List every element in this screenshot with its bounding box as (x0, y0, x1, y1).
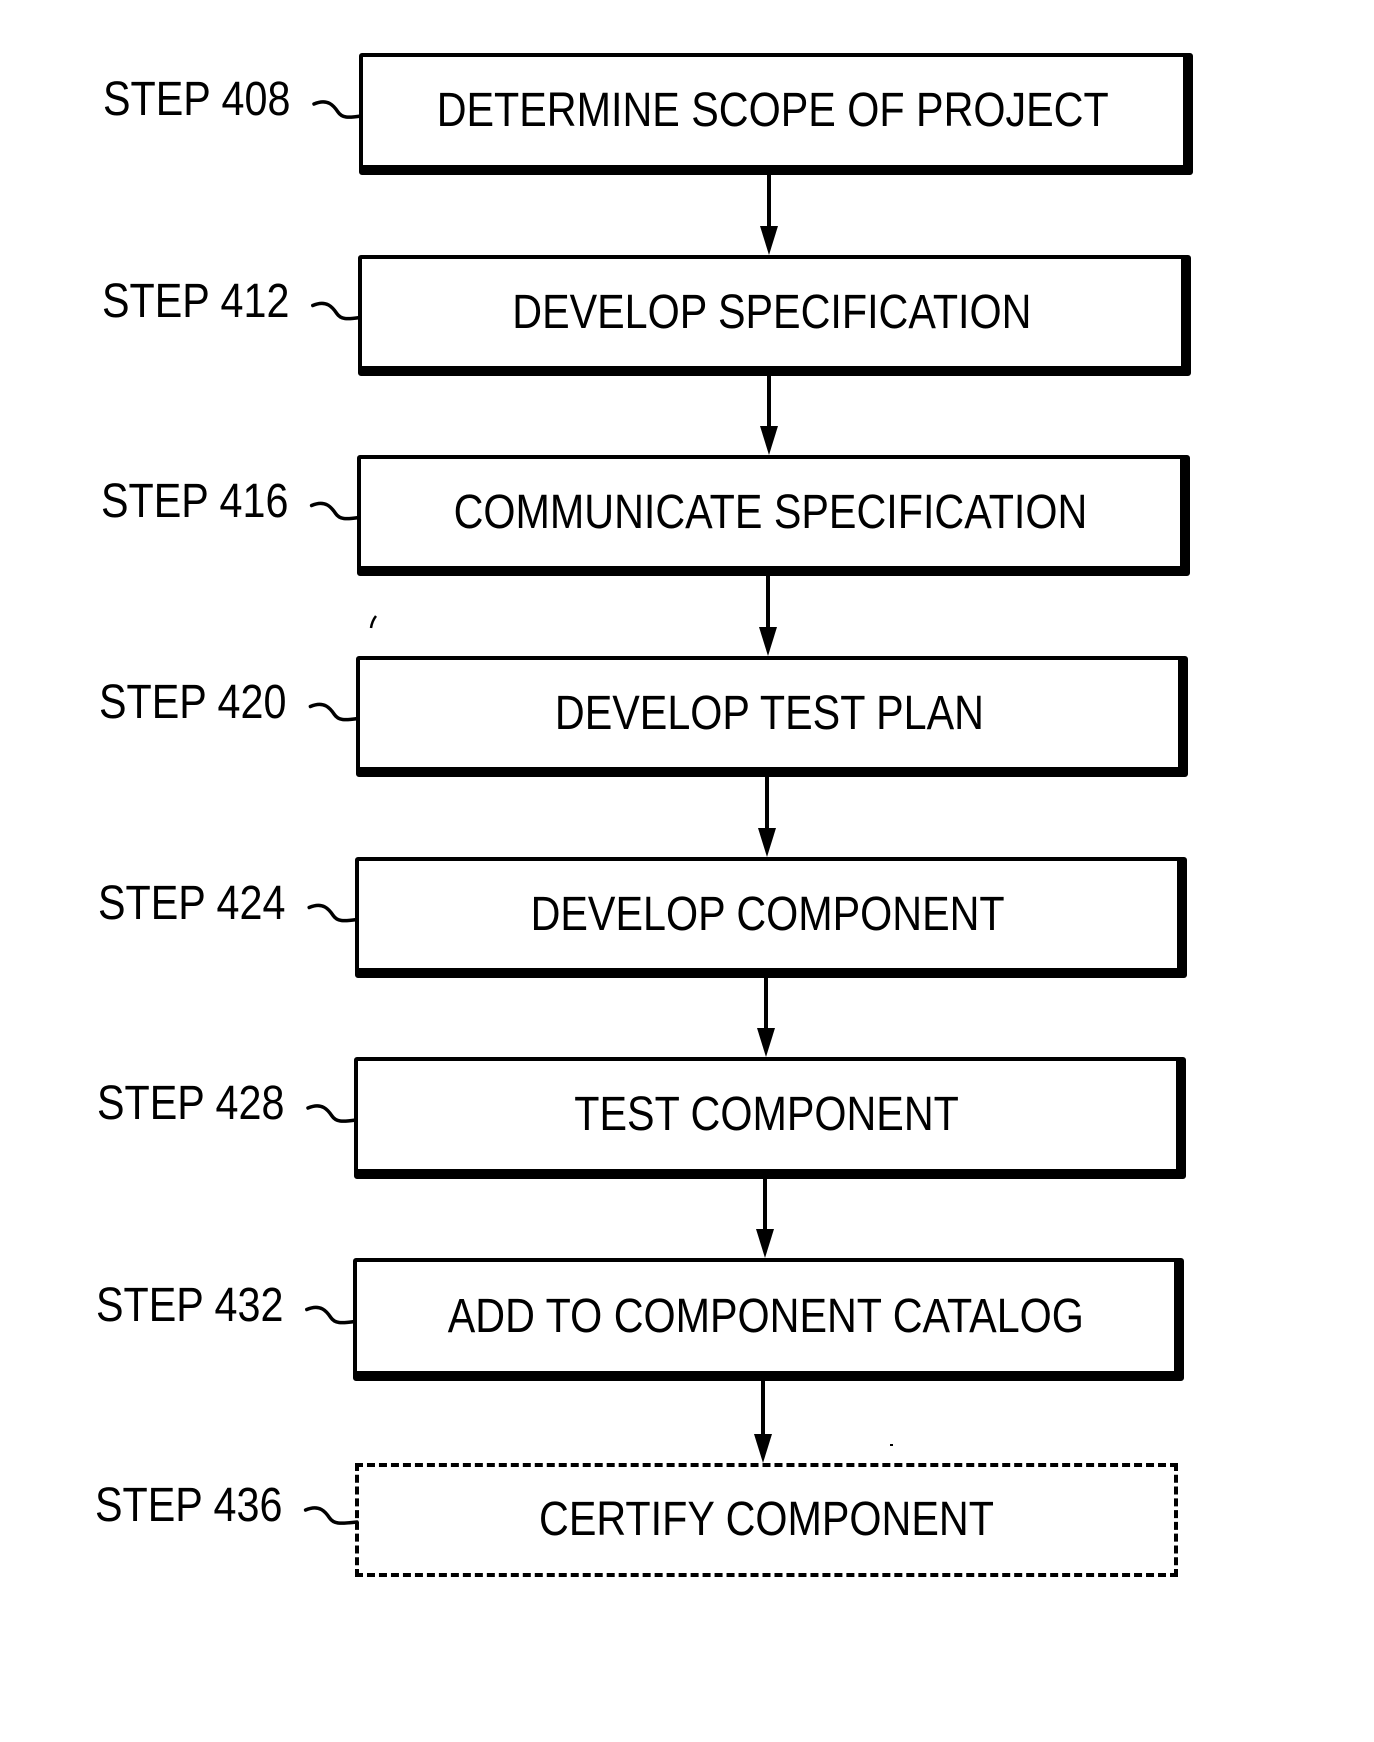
leader-line (309, 501, 361, 521)
step-label: STEP 432 (95, 1278, 284, 1332)
leader-line (311, 301, 362, 321)
step-label: STEP 424 (98, 876, 286, 930)
arrow-head-icon (756, 1229, 774, 1258)
step-label: STEP 436 (94, 1479, 283, 1532)
flow-arrow (756, 1179, 774, 1258)
step-box-text: COMMUNICATE SPECIFICATION (453, 485, 1088, 539)
step-box-text: ADD TO COMPONENT CATALOG (447, 1289, 1084, 1343)
step-box-text: DETERMINE SCOPE OF PROJECT (436, 84, 1110, 137)
step-box-text: DEVELOP TEST PLAN (554, 686, 984, 740)
scan-artifact-dot (890, 1444, 893, 1446)
step-box-step-416: COMMUNICATE SPECIFICATION (357, 455, 1190, 576)
leader-line (308, 702, 360, 722)
step-box-text: DEVELOP SPECIFICATION (511, 285, 1032, 339)
arrow-head-icon (754, 1434, 772, 1463)
flow-arrow (759, 576, 777, 656)
flow-arrow (757, 978, 775, 1057)
arrow-head-icon (760, 426, 778, 455)
leader-line (306, 1104, 358, 1123)
step-label: STEP 420 (99, 675, 287, 729)
arrow-head-icon (758, 828, 776, 857)
flow-arrow (758, 777, 776, 857)
step-label: STEP 428 (97, 1077, 285, 1130)
arrow-head-icon (760, 226, 778, 255)
flow-arrow (754, 1381, 772, 1463)
step-box-step-436: CERTIFY COMPONENT (355, 1463, 1178, 1577)
arrow-head-icon (757, 1028, 775, 1057)
leader-line (307, 903, 359, 923)
leader-line (303, 1506, 359, 1525)
leader-line (305, 1305, 357, 1325)
step-label: STEP 416 (100, 474, 289, 528)
flow-arrow (760, 376, 778, 455)
step-box-text: DEVELOP COMPONENT (530, 887, 1006, 941)
step-box-text: CERTIFY COMPONENT (539, 1493, 994, 1546)
step-box-step-420: DEVELOP TEST PLAN (356, 656, 1188, 777)
step-label: STEP 408 (103, 73, 291, 126)
step-label: STEP 412 (101, 274, 290, 328)
flow-arrow (760, 175, 778, 255)
arrow-head-icon (759, 627, 777, 656)
leader-line (312, 100, 363, 119)
step-box-step-408: DETERMINE SCOPE OF PROJECT (359, 53, 1193, 175)
step-box-text: TEST COMPONENT (574, 1088, 960, 1141)
step-box-step-424: DEVELOP COMPONENT (355, 857, 1187, 978)
step-box-step-428: TEST COMPONENT (354, 1057, 1186, 1179)
flowchart-canvas: DETERMINE SCOPE OF PROJECT STEP 408 DEVELO… (0, 0, 1374, 1742)
scan-artifact-mark (369, 615, 377, 629)
step-box-step-412: DEVELOP SPECIFICATION (358, 255, 1191, 376)
step-box-step-432: ADD TO COMPONENT CATALOG (353, 1258, 1184, 1381)
